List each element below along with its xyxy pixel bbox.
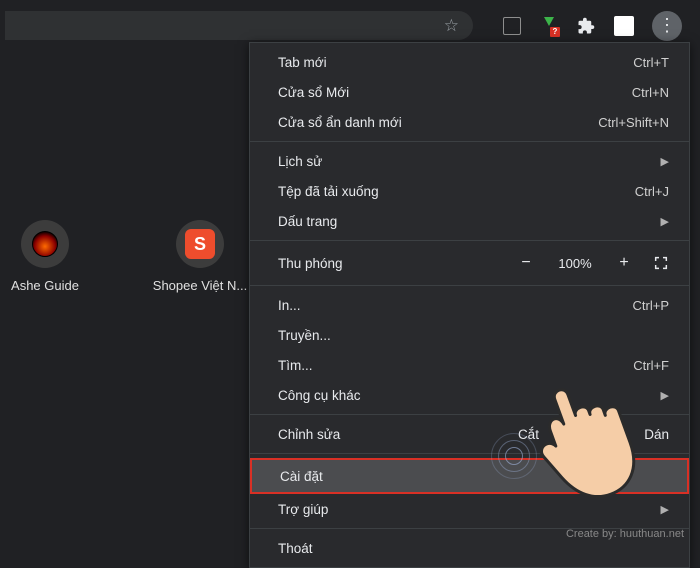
menu-help[interactable]: Trợ giúp ▶ <box>250 494 689 524</box>
edit-copy-button[interactable]: chép <box>577 427 606 442</box>
menu-settings[interactable]: Cài đặt <box>252 460 687 492</box>
edit-paste-button[interactable]: Dán <box>644 427 669 442</box>
submenu-arrow-icon: ▶ <box>651 215 669 228</box>
submenu-arrow-icon: ▶ <box>651 503 669 516</box>
shortcut-label: Ashe Guide <box>0 278 105 293</box>
shortcut-shopee[interactable]: S Shopee Việt N... <box>145 220 255 293</box>
browser-toolbar: ? ⋮ <box>480 11 686 40</box>
image-credit: Create by: huuthuan.net <box>566 528 684 540</box>
menu-separator <box>250 414 689 415</box>
submenu-arrow-icon: ▶ <box>651 155 669 168</box>
menu-separator <box>250 141 689 142</box>
menu-print[interactable]: In... Ctrl+P <box>250 290 689 320</box>
menu-zoom: Thu phóng − 100% + <box>250 245 689 281</box>
chrome-main-menu: Tab mới Ctrl+T Cửa sổ Mới Ctrl+N Cửa sổ … <box>249 42 690 568</box>
ntp-shortcuts: Ashe Guide S Shopee Việt N... <box>0 220 255 293</box>
menu-item-label: Tìm... <box>278 358 633 373</box>
menu-item-label: Lịch sử <box>278 154 651 169</box>
menu-item-accel: Ctrl+T <box>633 55 669 70</box>
zoom-level: 100% <box>555 256 595 271</box>
menu-new-tab[interactable]: Tab mới Ctrl+T <box>250 47 689 77</box>
fullscreen-icon[interactable] <box>653 255 669 271</box>
download-badge: ? <box>550 27 560 37</box>
menu-item-label: Dấu trang <box>278 214 651 229</box>
reader-mode-icon[interactable] <box>502 16 522 36</box>
profile-avatar[interactable] <box>614 16 634 36</box>
menu-item-label: Thoát <box>278 541 669 556</box>
menu-downloads[interactable]: Tệp đã tải xuống Ctrl+J <box>250 176 689 206</box>
zoom-in-button[interactable]: + <box>617 254 631 272</box>
menu-more-tools[interactable]: Công cụ khác ▶ <box>250 380 689 410</box>
menu-cast[interactable]: Truyền... <box>250 320 689 350</box>
menu-separator <box>250 285 689 286</box>
menu-item-label: Chỉnh sửa <box>278 427 518 442</box>
menu-item-label: Tệp đã tải xuống <box>278 184 635 199</box>
menu-item-label: Trợ giúp <box>278 502 651 517</box>
menu-item-label: In... <box>278 298 633 313</box>
menu-item-accel: Ctrl+J <box>635 184 669 199</box>
shortcut-icon <box>21 220 69 268</box>
menu-bookmarks[interactable]: Dấu trang ▶ <box>250 206 689 236</box>
edit-cut-button[interactable]: Cắt <box>518 427 539 442</box>
shortcut-ashe-guide[interactable]: Ashe Guide <box>0 220 100 293</box>
menu-history[interactable]: Lịch sử ▶ <box>250 146 689 176</box>
download-extension-icon[interactable]: ? <box>540 17 558 35</box>
omnibox[interactable]: ☆ <box>5 11 473 40</box>
menu-item-label: Cài đặt <box>280 469 667 484</box>
menu-new-window[interactable]: Cửa sổ Mới Ctrl+N <box>250 77 689 107</box>
submenu-arrow-icon: ▶ <box>651 389 669 402</box>
menu-item-label: Cửa sổ ẩn danh mới <box>278 115 598 130</box>
menu-item-accel: Ctrl+N <box>632 85 669 100</box>
menu-item-label: Truyền... <box>278 328 669 343</box>
menu-item-label: Cửa sổ Mới <box>278 85 632 100</box>
menu-item-label: Thu phóng <box>278 256 519 271</box>
shortcut-icon: S <box>176 220 224 268</box>
menu-settings-highlight: Cài đặt <box>250 458 689 494</box>
menu-item-accel: Ctrl+P <box>633 298 669 313</box>
menu-item-label: Công cụ khác <box>278 388 651 403</box>
menu-separator <box>250 240 689 241</box>
menu-item-accel: Ctrl+Shift+N <box>598 115 669 130</box>
bookmark-star-icon[interactable]: ☆ <box>444 16 459 36</box>
menu-find[interactable]: Tìm... Ctrl+F <box>250 350 689 380</box>
menu-edit-row: Chỉnh sửa Cắt chép Dán <box>250 419 689 449</box>
menu-incognito[interactable]: Cửa sổ ẩn danh mới Ctrl+Shift+N <box>250 107 689 137</box>
zoom-out-button[interactable]: − <box>519 254 533 272</box>
menu-item-label: Tab mới <box>278 55 633 70</box>
menu-separator <box>250 453 689 454</box>
shortcut-label: Shopee Việt N... <box>140 278 260 293</box>
extensions-icon[interactable] <box>576 16 596 36</box>
main-menu-button[interactable]: ⋮ <box>652 11 682 41</box>
menu-item-accel: Ctrl+F <box>633 358 669 373</box>
